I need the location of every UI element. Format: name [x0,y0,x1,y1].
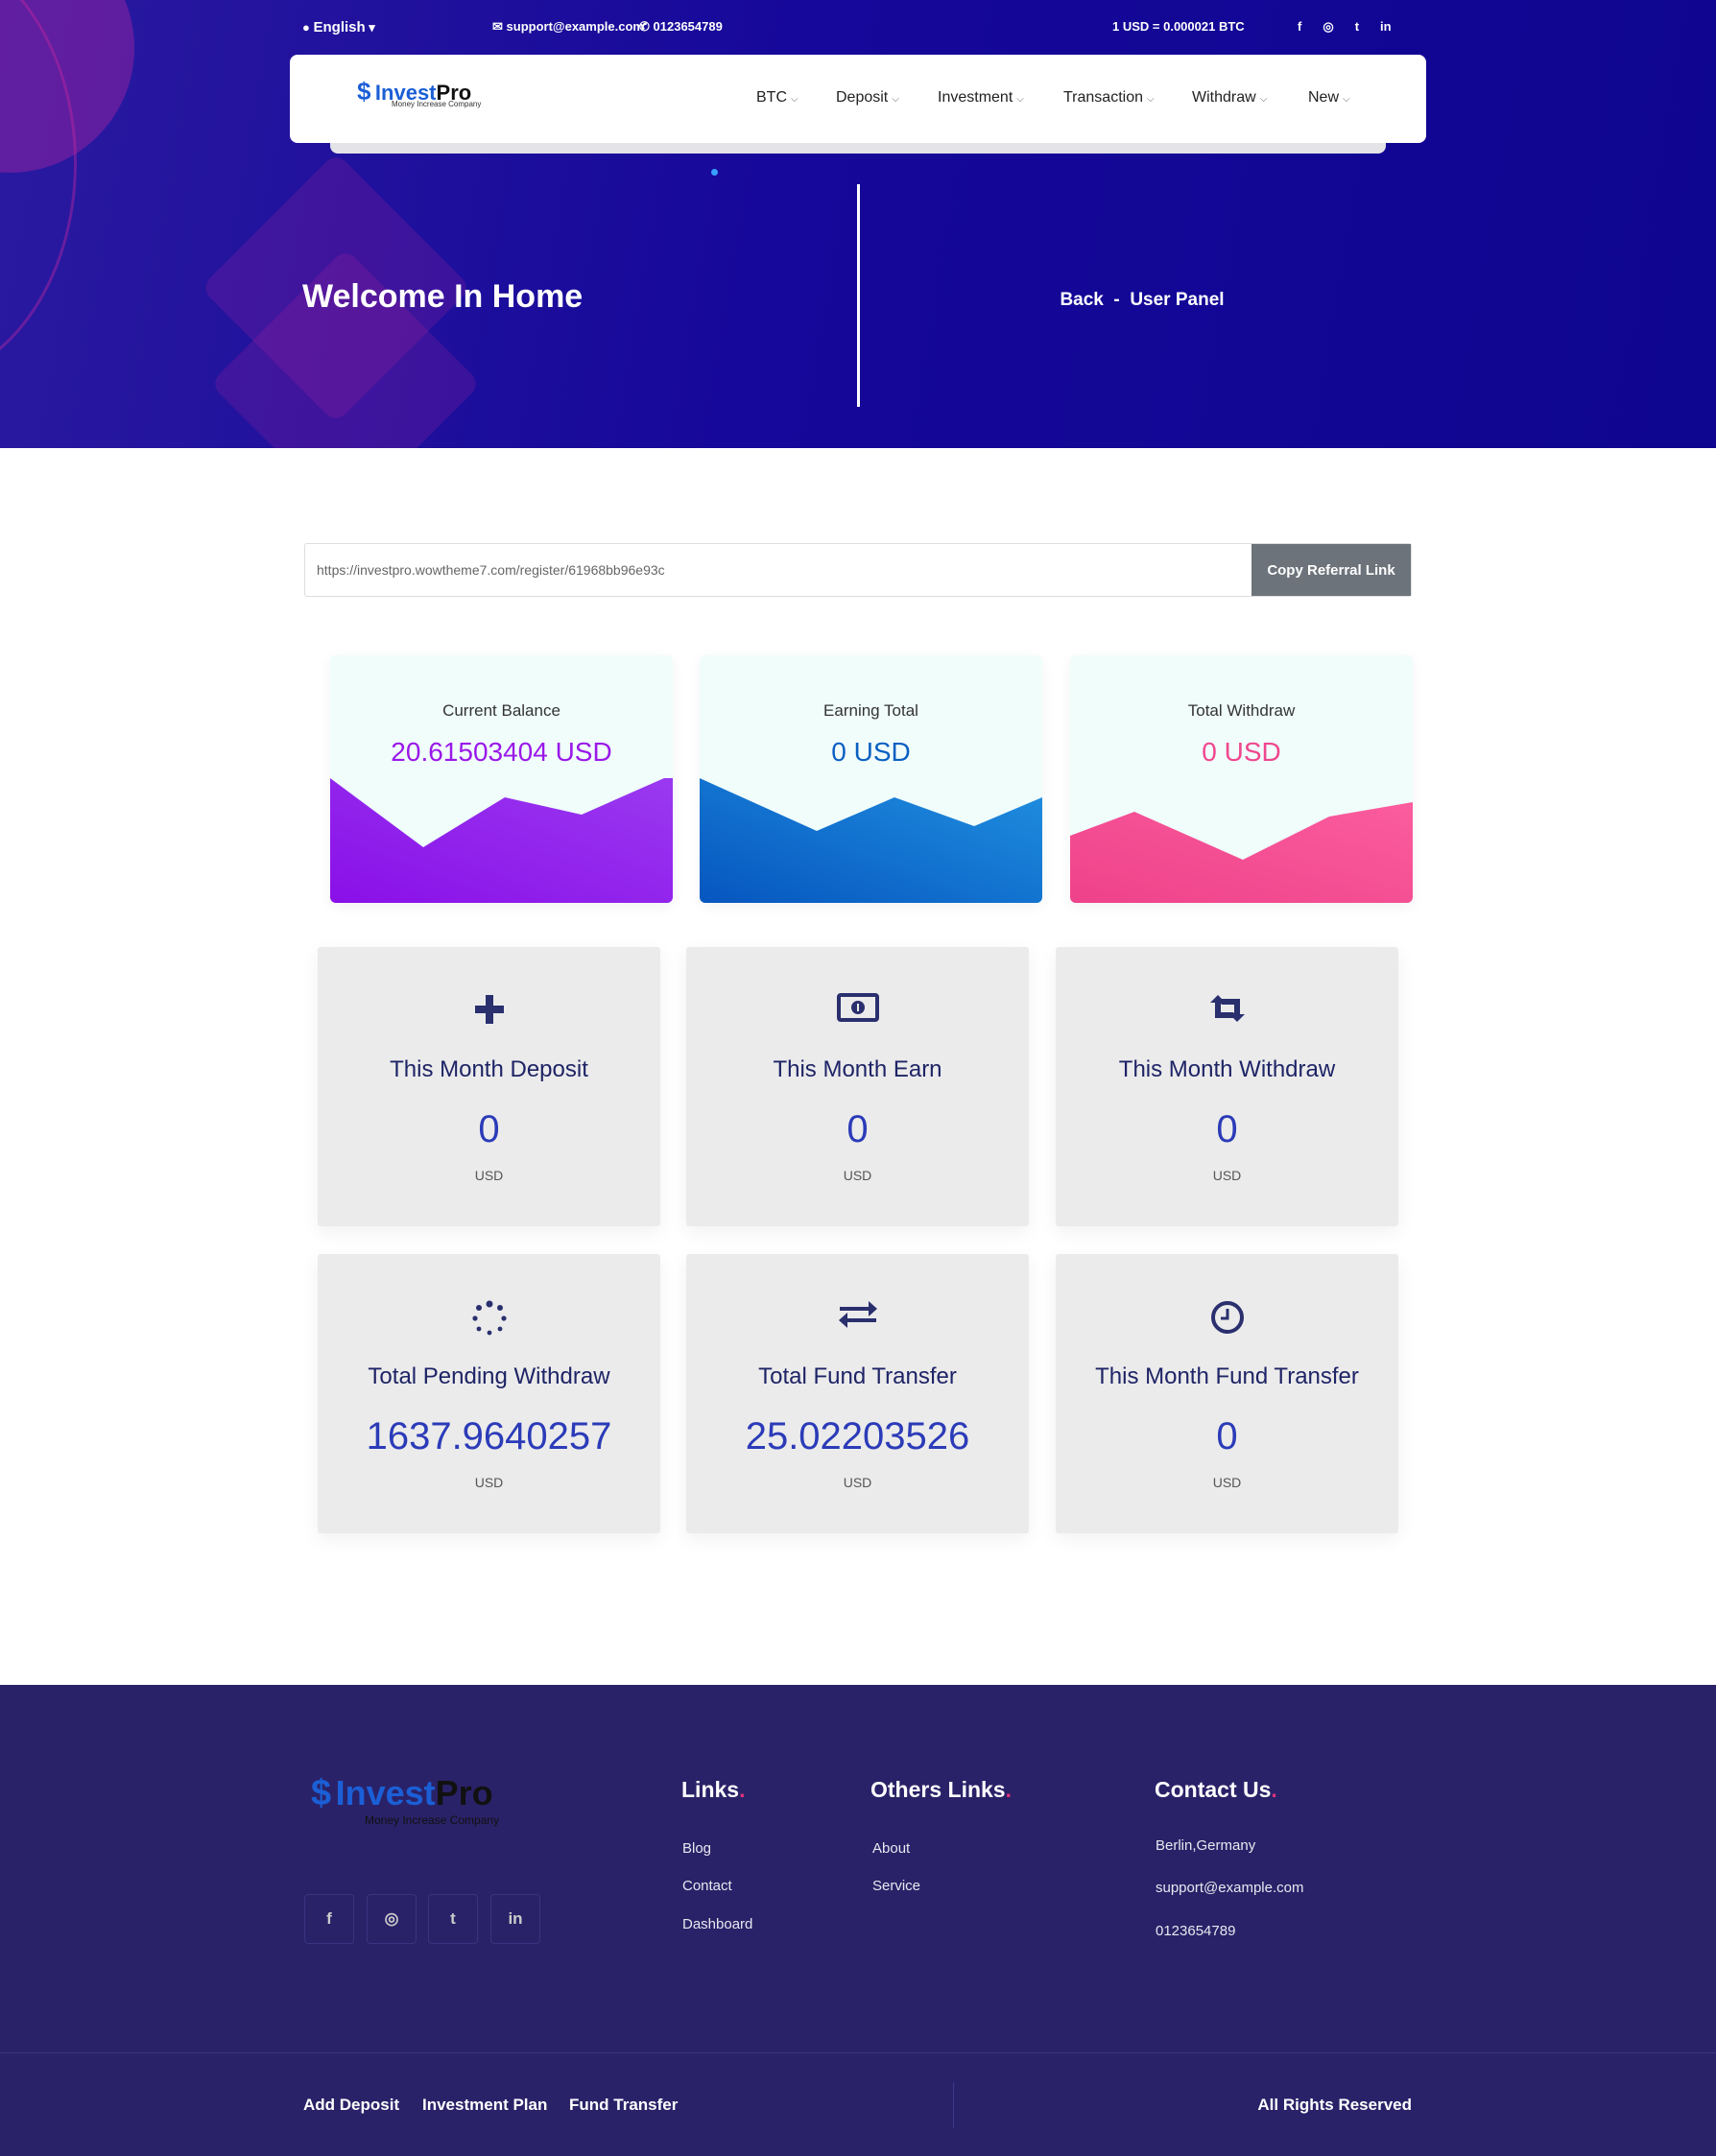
referral-link-input[interactable] [305,544,1253,596]
page-title: Welcome In Home [302,278,584,315]
stat-value: 0 [846,1108,869,1150]
footer-twitter-icon[interactable]: t [428,1894,478,1944]
stat-title: This Month Deposit [390,1056,588,1082]
stat-value: 1637.9640257 [366,1415,612,1457]
footer-link-contact[interactable]: Contact [682,1878,732,1894]
chevron-down-icon: ⌵ [1147,94,1155,105]
stat-value: 25.02203526 [745,1415,970,1457]
envelope-icon: ✉ [492,19,503,34]
footer-link-blog[interactable]: Blog [682,1840,711,1857]
footer-link-about[interactable]: About [872,1840,910,1857]
nav-transaction[interactable]: Transaction ⌵ [1063,89,1155,107]
chevron-down-icon: ⌵ [892,94,899,105]
decor-dot [711,169,718,176]
hero-banner: ● English ▾ ✉ support@example.com ✆ 0123… [0,0,1716,448]
stat-card-this-month-fund-transfer: This Month Fund Transfer 0 USD [1056,1254,1398,1533]
stat-card-total-fund-transfer: Total Fund Transfer 25.02203526 USD [686,1254,1029,1533]
stat-title: This Month Fund Transfer [1095,1363,1359,1389]
breadcrumb[interactable]: Back - User Panel [1017,290,1267,311]
exchange-icon [686,1300,1029,1339]
stat-title: This Month Withdraw [1118,1056,1336,1082]
stat-title: Total Fund Transfer [758,1363,957,1389]
nav-withdraw[interactable]: Withdraw ⌵ [1192,89,1267,107]
stat-unit: USD [1212,1168,1242,1183]
footer-link-dashboard[interactable]: Dashboard [682,1916,752,1932]
stat-card-this-month-earn: This Month Earn 0 USD [686,947,1029,1226]
phone-icon: ✆ [639,19,650,34]
linkedin-icon[interactable]: in [1380,19,1392,34]
footer: $ InvestPro Money Increase Company f ◎ t… [0,1685,1716,2156]
topbar-email[interactable]: ✉ support@example.com [492,19,644,35]
stat-title: This Month Earn [773,1056,942,1082]
footer-fund-transfer[interactable]: Fund Transfer [569,2096,678,2115]
footer-email[interactable]: support@example.com [1156,1880,1303,1896]
logo[interactable]: $ InvestPro Money Increase Company [357,77,481,108]
chevron-down-icon: ⌵ [1343,94,1350,105]
stat-unit: USD [843,1168,872,1183]
balance-card-withdraw: Total Withdraw 0 USD [1070,655,1413,903]
stat-title: Total Pending Withdraw [368,1363,610,1389]
hero-divider [857,184,860,407]
footer-contact-heading: Contact Us. [1155,1777,1277,1802]
stat-unit: USD [474,1475,504,1490]
balance-card-earning: Earning Total 0 USD [700,655,1042,903]
money-bill-icon [686,993,1029,1031]
instagram-icon[interactable]: ◎ [1323,19,1333,34]
stat-value: 0 [1216,1108,1238,1150]
footer-others-heading: Others Links. [870,1777,1012,1802]
topbar-phone[interactable]: ✆ 0123654789 [639,19,723,35]
footer-links-heading: Links. [681,1777,746,1802]
stat-value: 0 [478,1108,500,1150]
footer-phone[interactable]: 0123654789 [1156,1923,1235,1939]
footer-divider [0,2052,1716,2053]
footer-address: Berlin,Germany [1156,1837,1256,1854]
chevron-down-icon: ⌵ [1259,94,1268,105]
wave-graphic [700,778,1042,903]
footer-instagram-icon[interactable]: ◎ [367,1894,417,1944]
nav-new[interactable]: New ⌵ [1308,89,1350,107]
footer-investment-plan[interactable]: Investment Plan [422,2096,547,2115]
stat-value: 0 [1216,1415,1238,1457]
chevron-down-icon: ⌵ [1016,94,1024,105]
footer-linkedin-icon[interactable]: in [490,1894,540,1944]
clock-icon [1056,1300,1398,1339]
globe-icon: ● [302,20,310,35]
nav-investment[interactable]: Investment ⌵ [938,89,1024,107]
footer-add-deposit[interactable]: Add Deposit [303,2096,399,2115]
footer-logo[interactable]: $ InvestPro Money Increase Company [311,1773,499,1827]
referral-bar: Copy Referral Link [304,543,1412,597]
exchange-rate: 1 USD = 0.000021 BTC [1112,19,1245,34]
topbar-social: f ◎ t in [1298,19,1392,35]
wave-graphic [1070,802,1413,903]
nav-btc[interactable]: BTC ⌵ [756,89,798,107]
logo-icon: $ [311,1773,332,1813]
copy-referral-button[interactable]: Copy Referral Link [1251,544,1411,596]
twitter-icon[interactable]: t [1355,19,1359,34]
wave-graphic [330,778,673,903]
stat-unit: USD [474,1168,504,1183]
balance-card-current: Current Balance 20.61503404 USD [330,655,673,903]
stat-card-this-month-deposit: This Month Deposit 0 USD [318,947,660,1226]
plus-icon [318,993,660,1031]
spinner-icon [318,1300,660,1339]
footer-bottom-divider [953,2082,954,2128]
stat-unit: USD [843,1475,872,1490]
facebook-icon[interactable]: f [1298,19,1301,34]
retweet-icon [1056,993,1398,1031]
stat-unit: USD [1212,1475,1242,1490]
stat-card-this-month-withdraw: This Month Withdraw 0 USD [1056,947,1398,1226]
copyright: All Rights Reserved [1257,2096,1412,2114]
logo-icon: $ [357,77,371,106]
nav-deposit[interactable]: Deposit ⌵ [836,89,899,107]
footer-link-service[interactable]: Service [872,1878,920,1894]
stat-card-total-pending-withdraw: Total Pending Withdraw 1637.9640257 USD [318,1254,660,1533]
caret-down-icon: ▾ [369,20,375,35]
chevron-down-icon: ⌵ [791,94,798,105]
footer-facebook-icon[interactable]: f [304,1894,354,1944]
language-select[interactable]: ● English ▾ [302,19,375,36]
